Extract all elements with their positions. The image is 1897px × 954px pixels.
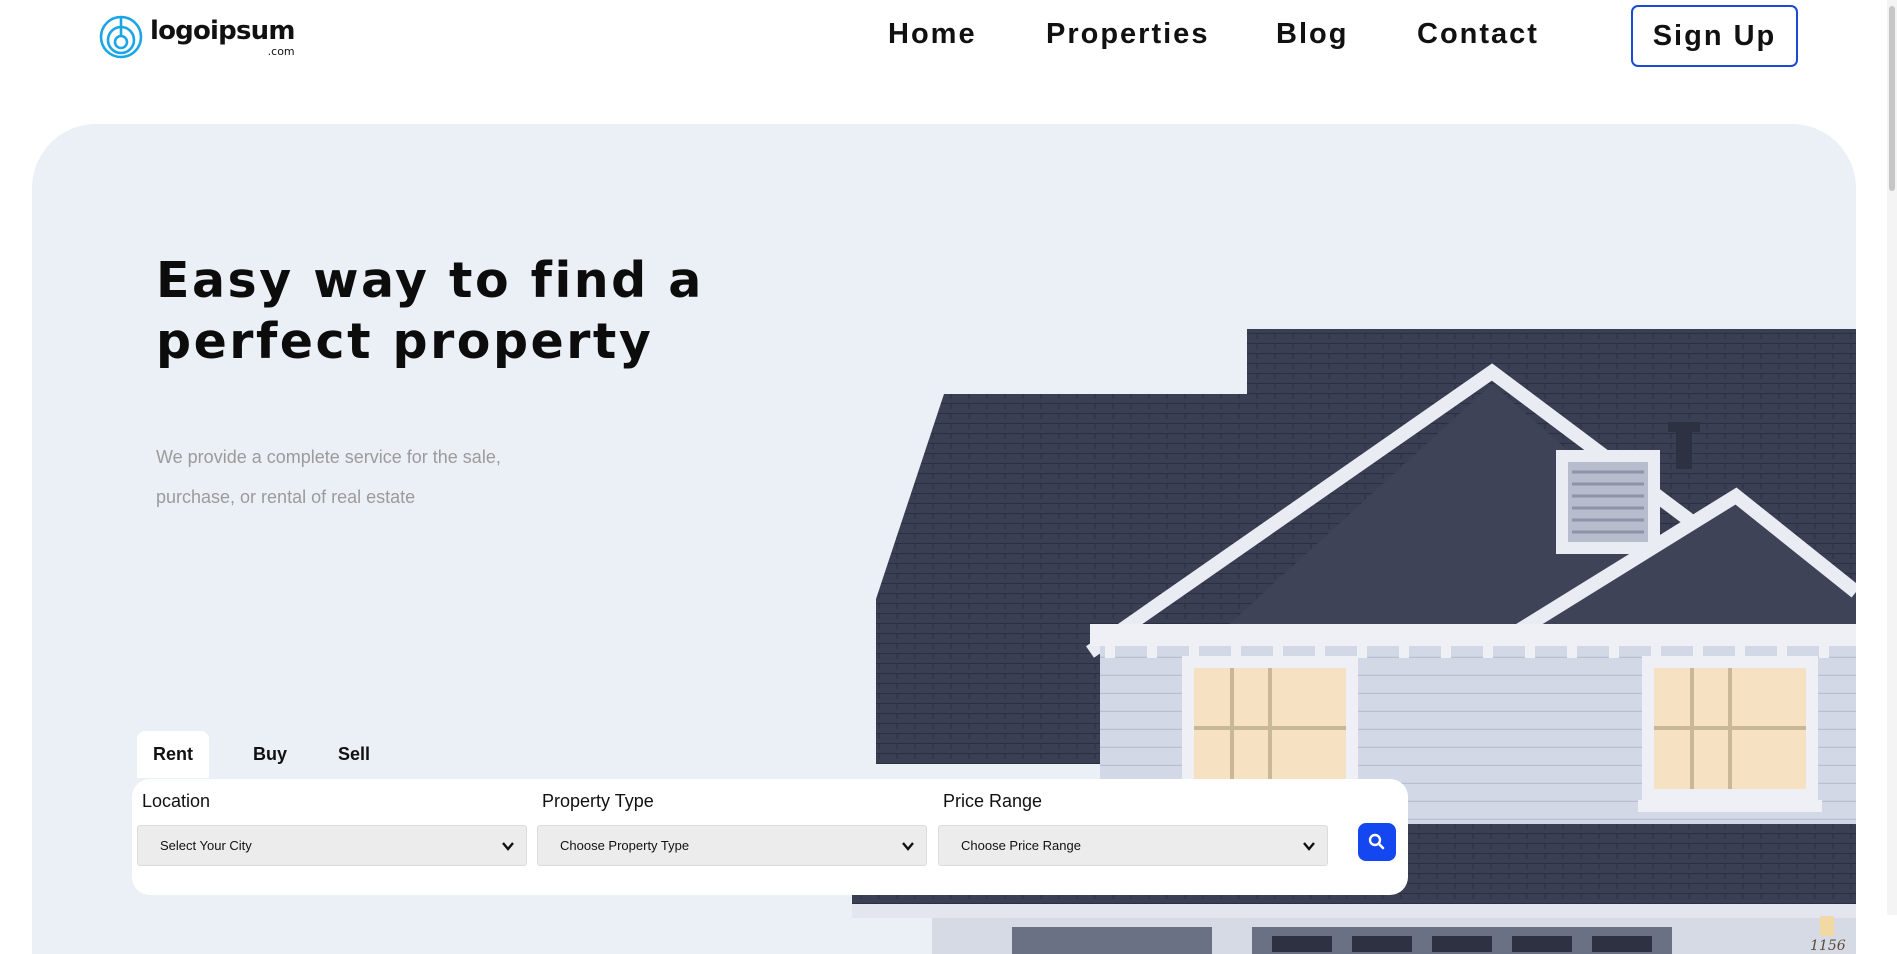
site-header: logoipsum .com Home Properties Blog Cont…	[0, 0, 1897, 80]
nav-home[interactable]: Home	[888, 18, 977, 51]
property-type-label: Property Type	[542, 791, 654, 811]
hero-title-line-2: perfect property	[156, 313, 654, 370]
hero-title: Easy way to find a perfect property	[156, 250, 716, 372]
hero-subtitle-line-1: We provide a complete service for the sa…	[156, 447, 501, 467]
location-select[interactable]: Select Your City	[137, 825, 527, 866]
search-form: Location Select Your City Property Type …	[132, 779, 1408, 895]
tab-sell[interactable]: Sell	[313, 731, 395, 778]
price-range-select-value: Choose Price Range	[961, 838, 1081, 853]
tab-buy[interactable]: Buy	[229, 731, 311, 778]
location-select-value: Select Your City	[160, 838, 252, 853]
price-range-label: Price Range	[943, 791, 1043, 811]
hero-subtitle-line-2: purchase, or rental of real estate	[156, 487, 416, 507]
hero-subtitle: We provide a complete service for the sa…	[156, 437, 546, 517]
signup-button[interactable]: Sign Up	[1631, 5, 1798, 67]
nav-contact[interactable]: Contact	[1417, 18, 1539, 51]
tab-rent[interactable]: Rent	[137, 731, 209, 778]
main-nav: Home Properties Blog Contact	[0, 18, 1897, 58]
scrollbar-thumb[interactable]	[1889, 6, 1895, 191]
page-scrollbar[interactable]	[1887, 0, 1897, 915]
house-number: 1156	[1810, 938, 1846, 954]
property-type-select-value: Choose Property Type	[560, 838, 690, 853]
chevron-down-icon	[902, 842, 914, 851]
chevron-down-icon	[1303, 842, 1315, 851]
location-label: Location	[142, 791, 211, 811]
property-type-select[interactable]: Choose Property Type	[537, 825, 927, 866]
price-range-select[interactable]: Choose Price Range	[938, 825, 1328, 866]
search-button[interactable]	[1358, 823, 1396, 861]
nav-blog[interactable]: Blog	[1276, 18, 1348, 51]
hero-title-line-1: Easy way to find a	[156, 252, 704, 309]
chevron-down-icon	[502, 842, 514, 851]
nav-properties[interactable]: Properties	[1046, 18, 1209, 51]
search-icon	[1368, 833, 1385, 850]
